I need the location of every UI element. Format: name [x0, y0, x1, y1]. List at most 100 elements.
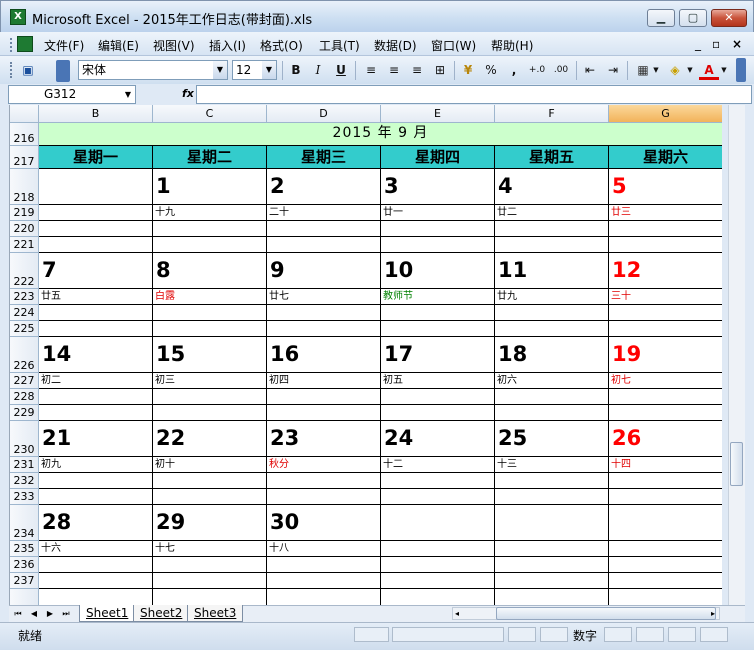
next-sheet-icon[interactable]: ▶ [45, 607, 55, 620]
lunar-date-cell[interactable]: 初九 [39, 457, 153, 473]
log-cell[interactable] [381, 321, 495, 337]
day-cell[interactable]: 8 [153, 253, 267, 289]
menu-item[interactable]: 编辑(E) [98, 37, 139, 54]
row-header[interactable]: 226 [10, 337, 39, 373]
row-header[interactable]: 238 [10, 589, 39, 605]
sheet-tab[interactable]: Sheet2 [133, 605, 190, 622]
chevron-down-icon[interactable]: ▼ [652, 61, 660, 80]
lunar-date-cell[interactable]: 白露 [153, 289, 267, 305]
sheet-tab[interactable]: Sheet3 [187, 605, 244, 622]
borders-button[interactable]: ▦ [633, 61, 653, 80]
lunar-date-cell[interactable]: 十二 [381, 457, 495, 473]
toolbar-options-icon[interactable] [56, 60, 70, 82]
log-cell[interactable] [609, 405, 722, 421]
log-cell[interactable] [609, 473, 722, 489]
log-cell[interactable] [39, 473, 153, 489]
log-cell[interactable] [153, 221, 267, 237]
font-name-select[interactable]: 宋体 ▼ [78, 60, 228, 80]
column-header[interactable]: D [267, 105, 381, 123]
chevron-down-icon[interactable]: ▼ [121, 86, 135, 104]
log-cell[interactable] [267, 557, 381, 573]
font-size-select[interactable]: 12 ▼ [232, 60, 277, 80]
log-cell[interactable] [609, 389, 722, 405]
row-header[interactable]: 224 [10, 305, 39, 321]
doc-minimize-button[interactable]: _ [695, 37, 701, 51]
log-cell[interactable] [495, 237, 609, 253]
merge-center-button[interactable]: ⊞ [430, 61, 450, 80]
comma-button[interactable]: , [504, 61, 524, 80]
log-cell[interactable] [381, 389, 495, 405]
weekday-header[interactable]: 星期三 [267, 146, 381, 169]
lunar-date-cell[interactable]: 廿一 [381, 205, 495, 221]
log-cell[interactable] [39, 389, 153, 405]
doc-restore-button[interactable]: ▫ [712, 37, 720, 51]
weekday-header[interactable]: 星期五 [495, 146, 609, 169]
menu-item[interactable]: 插入(I) [209, 37, 246, 54]
scroll-right-icon[interactable]: ▸ [708, 607, 718, 620]
log-cell[interactable] [153, 305, 267, 321]
column-header[interactable]: B [39, 105, 153, 123]
log-cell[interactable] [153, 237, 267, 253]
log-cell[interactable] [609, 573, 722, 589]
lunar-date-cell[interactable]: 十八 [267, 541, 381, 557]
lunar-date-cell[interactable]: 廿五 [39, 289, 153, 305]
day-cell[interactable]: 19 [609, 337, 722, 373]
lunar-date-cell[interactable]: 十七 [153, 541, 267, 557]
menu-item[interactable]: 帮助(H) [491, 37, 533, 54]
log-cell[interactable] [495, 589, 609, 605]
log-cell[interactable] [39, 221, 153, 237]
row-header[interactable]: 228 [10, 389, 39, 405]
toolbar-overflow-icon[interactable] [736, 58, 746, 82]
row-header[interactable]: 219 [10, 205, 39, 221]
day-cell[interactable]: 26 [609, 421, 722, 457]
row-header[interactable]: 227 [10, 373, 39, 389]
log-cell[interactable] [267, 589, 381, 605]
log-cell[interactable] [39, 237, 153, 253]
log-cell[interactable] [153, 473, 267, 489]
lunar-date-cell[interactable]: 二十 [267, 205, 381, 221]
log-cell[interactable] [381, 589, 495, 605]
log-cell[interactable] [609, 589, 722, 605]
day-cell[interactable] [495, 505, 609, 541]
row-header[interactable]: 234 [10, 505, 39, 541]
chevron-down-icon[interactable]: ▼ [720, 61, 728, 80]
menu-item[interactable]: 格式(O) [260, 37, 303, 54]
day-cell[interactable]: 15 [153, 337, 267, 373]
day-cell[interactable]: 17 [381, 337, 495, 373]
log-cell[interactable] [495, 573, 609, 589]
log-cell[interactable] [609, 221, 722, 237]
row-header[interactable]: 223 [10, 289, 39, 305]
log-cell[interactable] [267, 473, 381, 489]
log-cell[interactable] [381, 557, 495, 573]
row-header[interactable]: 220 [10, 221, 39, 237]
log-cell[interactable] [153, 573, 267, 589]
day-cell[interactable]: 1 [153, 169, 267, 205]
log-cell[interactable] [39, 405, 153, 421]
log-cell[interactable] [39, 305, 153, 321]
log-cell[interactable] [39, 557, 153, 573]
log-cell[interactable] [495, 473, 609, 489]
column-header[interactable]: G [609, 105, 722, 123]
day-cell[interactable]: 16 [267, 337, 381, 373]
row-header[interactable]: 225 [10, 321, 39, 337]
day-cell[interactable]: 11 [495, 253, 609, 289]
align-center-button[interactable]: ≡ [384, 61, 404, 80]
log-cell[interactable] [267, 237, 381, 253]
log-cell[interactable] [495, 405, 609, 421]
lunar-date-cell[interactable] [381, 541, 495, 557]
row-header[interactable]: 218 [10, 169, 39, 205]
log-cell[interactable] [495, 305, 609, 321]
row-header[interactable]: 222 [10, 253, 39, 289]
row-header[interactable]: 216 [10, 123, 39, 146]
spreadsheet-grid[interactable]: BCDEFG 216 217 218 219 220 221 222 223 224 225 226… [9, 105, 722, 605]
font-color-button[interactable]: A [699, 61, 719, 80]
lunar-date-cell[interactable]: 教师节 [381, 289, 495, 305]
save-icon[interactable]: ▣ [18, 61, 38, 80]
log-cell[interactable] [609, 557, 722, 573]
day-cell[interactable]: 3 [381, 169, 495, 205]
day-cell[interactable]: 10 [381, 253, 495, 289]
column-header[interactable]: E [381, 105, 495, 123]
increase-indent-button[interactable]: ⇥ [603, 61, 623, 80]
italic-button[interactable]: I [308, 61, 328, 80]
log-cell[interactable] [609, 237, 722, 253]
